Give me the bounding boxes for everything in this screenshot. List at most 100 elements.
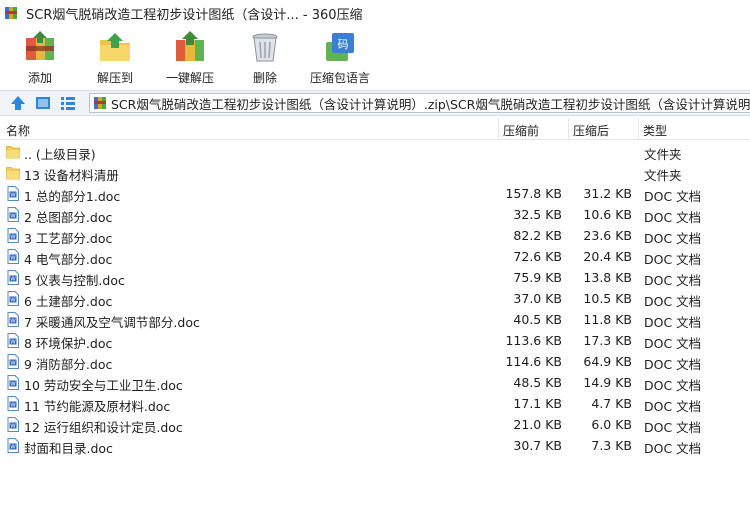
file-compressed-size: 11.8 KB [583, 312, 632, 327]
svg-text:W: W [10, 214, 16, 220]
add-to-archive-icon [26, 31, 54, 60]
file-list: .. (上级目录) 文件夹 13 设备材料清册 文件夹 W 1 总的部分1.doc 1… [0, 141, 750, 521]
file-compressed-size: 4.7 KB [591, 396, 632, 411]
file-row[interactable]: W 3 工艺部分.doc 82.2 KB 23.6 KB DOC 文档 [0, 225, 750, 246]
file-name: 9 消防部分.doc [24, 357, 113, 372]
column-divider[interactable] [568, 118, 569, 139]
path-input[interactable]: SCR烟气脱硝改造工程初步设计图纸（含设计计算说明）.zip\SCR烟气脱硝改造… [89, 93, 750, 113]
one-click-extract-label: 一键解压 [165, 71, 214, 85]
file-row[interactable]: W 8 环境保护.doc 113.6 KB 17.3 KB DOC 文档 [0, 330, 750, 351]
doc-file-icon: W [6, 291, 20, 306]
archive-encoding-label: 压缩包语言 [309, 71, 370, 85]
file-name: 封面和目录.doc [24, 441, 113, 456]
file-size: 32.5 KB [513, 207, 562, 222]
file-name: .. (上级目录) [24, 147, 96, 162]
file-row[interactable]: W 9 消防部分.doc 114.6 KB 64.9 KB DOC 文档 [0, 351, 750, 372]
file-row[interactable]: W 封面和目录.doc 30.7 KB 7.3 KB DOC 文档 [0, 435, 750, 456]
doc-file-icon: W [6, 396, 20, 411]
file-compressed-size: 7.3 KB [591, 438, 632, 453]
file-name: 3 工艺部分.doc [24, 231, 113, 246]
archive-icon [94, 97, 106, 109]
svg-text:W: W [10, 193, 16, 199]
file-row[interactable]: .. (上级目录) 文件夹 [0, 141, 750, 162]
toolbar: 添加 解压到 一键解压 删除 码 压缩包语言 [0, 26, 750, 90]
path-text: SCR烟气脱硝改造工程初步设计图纸（含设计计算说明）.zip\SCR烟气脱硝改造… [111, 96, 750, 112]
file-size: 21.0 KB [513, 417, 562, 432]
svg-text:W: W [10, 445, 16, 451]
extract-to-label: 解压到 [96, 71, 133, 85]
extract-to-button[interactable]: 解压到 [80, 30, 150, 88]
archive-encoding-button[interactable]: 码 压缩包语言 [305, 30, 375, 88]
file-size: 114.6 KB [505, 354, 562, 369]
file-compressed-size: 10.5 KB [583, 291, 632, 306]
file-row[interactable]: W 1 总的部分1.doc 157.8 KB 31.2 KB DOC 文档 [0, 183, 750, 204]
file-size: 40.5 KB [513, 312, 562, 327]
title-bar: SCR烟气脱硝改造工程初步设计图纸（含设计... - 360压缩 [0, 0, 750, 26]
file-name: 8 环境保护.doc [24, 336, 113, 351]
doc-file-icon: W [6, 312, 20, 327]
encoding-icon: 码 [326, 33, 354, 61]
file-compressed-size: 23.6 KB [583, 228, 632, 243]
column-header-size[interactable]: 压缩前 [503, 122, 539, 139]
svg-text:W: W [10, 424, 16, 430]
up-arrow-icon[interactable] [10, 95, 26, 111]
delete-button[interactable]: 删除 [230, 30, 300, 88]
delete-label: 删除 [252, 71, 277, 85]
svg-text:W: W [10, 256, 16, 262]
svg-text:W: W [10, 277, 16, 283]
address-bar: SCR烟气脱硝改造工程初步设计图纸（含设计计算说明）.zip\SCR烟气脱硝改造… [0, 90, 750, 116]
svg-text:W: W [10, 319, 16, 325]
add-button[interactable]: 添加 [5, 30, 75, 88]
file-list-header: 名称 压缩前 压缩后 类型 [0, 118, 750, 140]
file-row[interactable]: W 6 土建部分.doc 37.0 KB 10.5 KB DOC 文档 [0, 288, 750, 309]
thumbnail-view-icon[interactable] [35, 95, 51, 111]
file-type: 文件夹 [644, 168, 682, 183]
trash-icon [252, 33, 278, 62]
file-name: 12 运行组织和设计定员.doc [24, 420, 183, 435]
file-type: DOC 文档 [644, 189, 702, 204]
file-row[interactable]: 13 设备材料清册 文件夹 [0, 162, 750, 183]
file-type: DOC 文档 [644, 378, 702, 393]
file-type: DOC 文档 [644, 252, 702, 267]
doc-file-icon: W [6, 417, 20, 432]
file-row[interactable]: W 5 仪表与控制.doc 75.9 KB 13.8 KB DOC 文档 [0, 267, 750, 288]
one-click-extract-button[interactable]: 一键解压 [155, 30, 225, 88]
file-name: 11 节约能源及原材料.doc [24, 399, 171, 414]
doc-file-icon: W [6, 207, 20, 222]
column-divider[interactable] [638, 118, 639, 139]
file-name: 1 总的部分1.doc [24, 189, 121, 204]
file-type: DOC 文档 [644, 336, 702, 351]
file-name: 5 仪表与控制.doc [24, 273, 125, 288]
file-size: 72.6 KB [513, 249, 562, 264]
file-type: DOC 文档 [644, 357, 702, 372]
file-name: 2 总图部分.doc [24, 210, 113, 225]
column-header-compressed[interactable]: 压缩后 [573, 122, 609, 139]
add-label: 添加 [27, 71, 52, 85]
file-size: 30.7 KB [513, 438, 562, 453]
file-type: DOC 文档 [644, 315, 702, 330]
file-name: 4 电气部分.doc [24, 252, 113, 267]
file-row[interactable]: W 12 运行组织和设计定员.doc 21.0 KB 6.0 KB DOC 文档 [0, 414, 750, 435]
file-compressed-size: 31.2 KB [583, 186, 632, 201]
file-row[interactable]: W 10 劳动安全与工业卫生.doc 48.5 KB 14.9 KB DOC 文档 [0, 372, 750, 393]
file-name: 13 设备材料清册 [24, 168, 119, 183]
list-view-icon[interactable] [60, 95, 76, 111]
extract-folder-icon [100, 33, 130, 61]
file-row[interactable]: W 4 电气部分.doc 72.6 KB 20.4 KB DOC 文档 [0, 246, 750, 267]
column-header-name[interactable]: 名称 [6, 122, 30, 139]
column-header-type[interactable]: 类型 [643, 122, 667, 139]
file-row[interactable]: W 2 总图部分.doc 32.5 KB 10.6 KB DOC 文档 [0, 204, 750, 225]
file-type: DOC 文档 [644, 294, 702, 309]
svg-text:W: W [10, 403, 16, 409]
file-row[interactable]: W 11 节约能源及原材料.doc 17.1 KB 4.7 KB DOC 文档 [0, 393, 750, 414]
file-type: DOC 文档 [644, 420, 702, 435]
folder-icon [6, 144, 20, 159]
file-size: 157.8 KB [505, 186, 562, 201]
file-compressed-size: 6.0 KB [591, 417, 632, 432]
file-compressed-size: 17.3 KB [583, 333, 632, 348]
file-name: 10 劳动安全与工业卫生.doc [24, 378, 183, 393]
column-divider[interactable] [498, 118, 499, 139]
file-compressed-size: 20.4 KB [583, 249, 632, 264]
svg-text:W: W [10, 361, 16, 367]
file-row[interactable]: W 7 采暖通风及空气调节部分.doc 40.5 KB 11.8 KB DOC 文档 [0, 309, 750, 330]
